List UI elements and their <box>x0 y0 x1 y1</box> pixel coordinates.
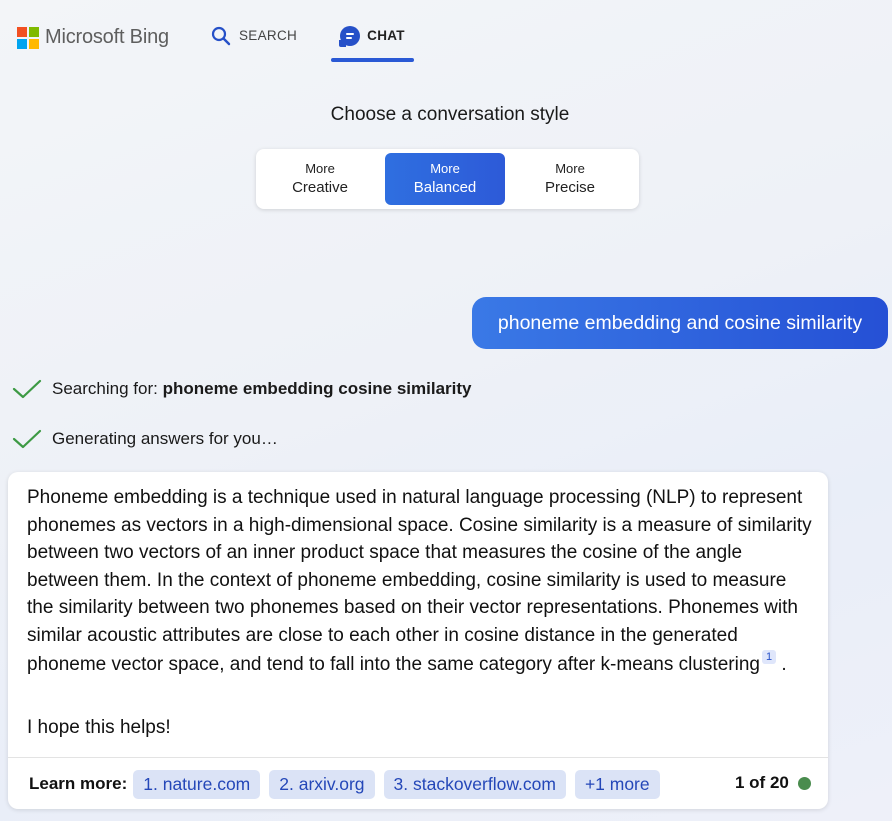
searching-query: phoneme embedding cosine similarity <box>162 379 472 398</box>
citation-1[interactable]: 1 <box>761 649 777 664</box>
searching-prefix: Searching for: <box>52 379 158 398</box>
style-creative-top: More <box>305 161 335 176</box>
more-sources-button[interactable]: +1 more <box>574 769 660 799</box>
tab-search[interactable]: SEARCH <box>211 26 297 62</box>
generating-text: Generating answers for you… <box>52 429 278 448</box>
answer-body: Phoneme embedding is a technique used in… <box>27 487 812 675</box>
source-link-1[interactable]: 1. nature.com <box>133 769 261 799</box>
source-link-2[interactable]: 2. arxiv.org <box>269 769 375 799</box>
generating-status: Generating answers for you… <box>12 428 278 450</box>
brand-name: Microsoft Bing <box>45 26 169 48</box>
conversation-style-picker: More Creative More Balanced More Precise <box>256 149 639 209</box>
style-balanced-button[interactable]: More Balanced <box>385 153 505 205</box>
active-tab-indicator <box>331 58 414 62</box>
searching-status: Searching for: phoneme embedding cosine … <box>12 378 471 400</box>
turn-counter-text: 1 of 20 <box>735 773 789 792</box>
tab-search-label: SEARCH <box>239 28 298 43</box>
tab-chat-label: CHAT <box>367 28 405 43</box>
turn-counter: 1 of 20 <box>735 773 811 793</box>
style-balanced-label: Balanced <box>413 179 477 196</box>
learn-more-label: Learn more: <box>29 774 128 793</box>
chat-icon <box>339 26 361 47</box>
style-precise-button[interactable]: More Precise <box>510 153 630 205</box>
style-creative-button[interactable]: More Creative <box>260 153 380 205</box>
answer-closing: I hope this helps! <box>27 717 171 738</box>
bing-logo[interactable]: Microsoft Bing <box>17 26 169 49</box>
style-precise-top: More <box>555 161 585 176</box>
learn-more-bar: Learn more: 1. nature.com 2. arxiv.org 3… <box>29 769 669 799</box>
answer-paragraph: Phoneme embedding is a technique used in… <box>27 484 817 678</box>
tab-chat[interactable]: CHAT <box>331 26 414 62</box>
style-precise-label: Precise <box>544 179 596 196</box>
check-icon <box>12 379 42 399</box>
answer-end: . <box>781 653 787 675</box>
microsoft-logo-icon <box>17 26 39 49</box>
check-icon <box>12 429 42 449</box>
style-balanced-top: More <box>430 161 460 176</box>
answer-divider <box>8 757 828 758</box>
source-link-3[interactable]: 3. stackoverflow.com <box>383 769 566 799</box>
search-icon <box>211 26 231 46</box>
style-creative-label: Creative <box>292 179 348 196</box>
user-message: phoneme embedding and cosine similarity <box>472 297 888 349</box>
status-dot-icon <box>797 776 811 790</box>
conversation-style-title: Choose a conversation style <box>330 104 570 125</box>
